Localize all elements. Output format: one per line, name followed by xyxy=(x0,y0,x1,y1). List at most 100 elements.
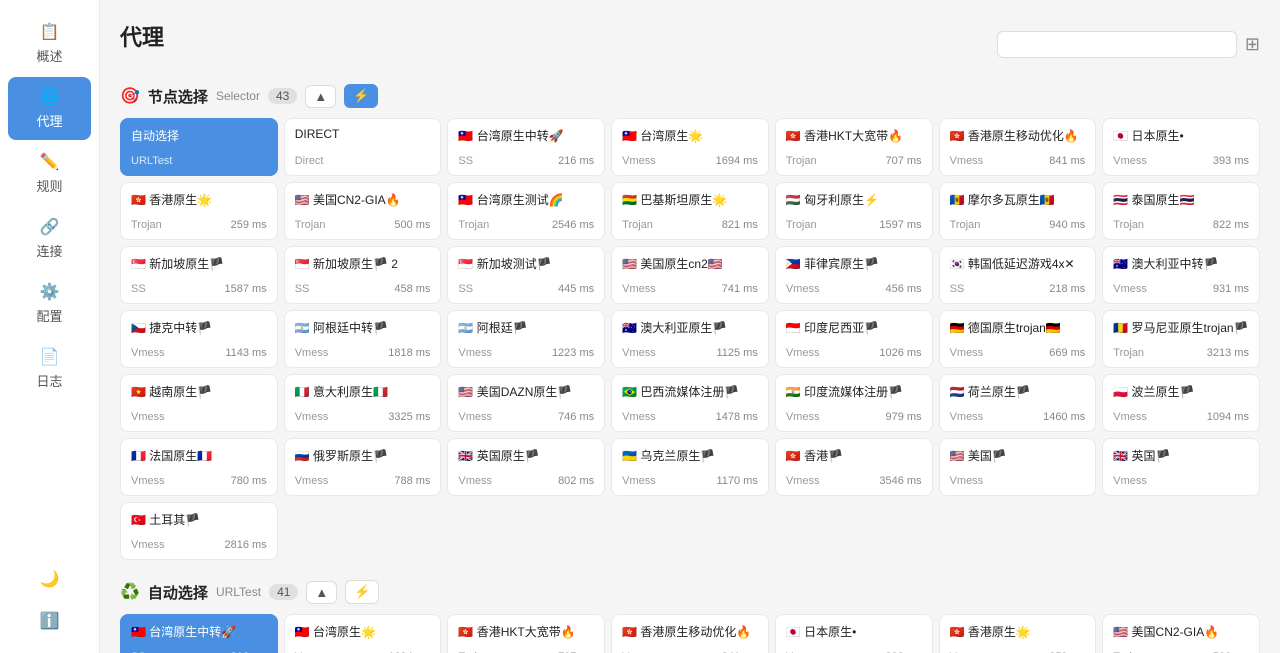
proxy-card[interactable]: 🇻🇳 越南原生🏴 Vmess xyxy=(120,374,278,432)
sidebar-item-proxy[interactable]: 🌐 代理 xyxy=(8,77,91,140)
card-latency: 1143 ms xyxy=(225,347,266,359)
proxy-card[interactable]: 🇦🇷 阿根廷🏴 Vmess 1223 ms xyxy=(447,310,605,368)
proxy-card[interactable]: 🇺🇸 美国🏴 Vmess xyxy=(939,438,1097,496)
card-sub: Vmess xyxy=(1113,411,1147,423)
card-sub: Vmess xyxy=(295,347,329,359)
proxy-card[interactable]: 🇷🇴 罗马尼亚原生trojan🏴 Trojan 3213 ms xyxy=(1102,310,1260,368)
section2-refresh-btn[interactable]: ⚡ xyxy=(345,580,379,604)
proxy-card[interactable]: 🇩🇪 德国原生trojan🇩🇪 Vmess 669 ms xyxy=(939,310,1097,368)
proxy-card[interactable]: 🇭🇰 香港原生🌟 Trojan 259 ms xyxy=(120,182,278,240)
proxy-card[interactable]: 🇺🇸 美国CN2-GIA🔥 Trojan 500 ms xyxy=(1102,614,1260,653)
card-name: 🇧🇴 巴基斯坦原生🌟 xyxy=(622,191,758,208)
proxy-card[interactable]: 🇹🇼 台湾原生🌟 Vmess 1694 ms xyxy=(284,614,442,653)
proxy-card[interactable]: 🇯🇵 日本原生• Vmess 393 ms xyxy=(775,614,933,653)
proxy-card[interactable]: 🇬🇧 英国原生🏴 Vmess 802 ms xyxy=(447,438,605,496)
proxy-card[interactable]: 🇷🇺 俄罗斯原生🏴 Vmess 788 ms xyxy=(284,438,442,496)
proxy-card[interactable]: 🇭🇰 香港HKT大宽带🔥 Trojan 707 ms xyxy=(447,614,605,653)
proxy-card[interactable]: 🇮🇳 印度流媒体注册🏴 Vmess 979 ms xyxy=(775,374,933,432)
search-input[interactable] xyxy=(997,31,1237,58)
moon-icon: 🌙 xyxy=(40,569,60,589)
sidebar-item-logs[interactable]: 📄 日志 xyxy=(8,337,91,400)
info-icon: ℹ️ xyxy=(40,611,60,631)
card-sub: Trojan xyxy=(1113,219,1144,231)
card-name: 🇩🇪 德国原生trojan🇩🇪 xyxy=(950,319,1086,336)
proxy-card[interactable]: 🇹🇼 台湾原生测试🌈 Trojan 2546 ms xyxy=(447,182,605,240)
overview-icon: 📋 xyxy=(40,22,60,42)
sidebar-item-rules[interactable]: ✏️ 规则 xyxy=(8,142,91,205)
proxy-card[interactable]: 🇰🇷 韩国低延迟游戏4x✕ SS 218 ms xyxy=(939,246,1097,304)
section1-collapse-btn[interactable]: ▲ xyxy=(305,85,336,108)
card-sub: Vmess xyxy=(622,283,656,295)
proxy-card[interactable]: 🇺🇸 美国CN2-GIA🔥 Trojan 500 ms xyxy=(284,182,442,240)
card-sub: Vmess xyxy=(458,411,492,423)
card-latency: 458 ms xyxy=(394,283,430,295)
sidebar-item-label: 代理 xyxy=(36,111,62,130)
sidebar-item-theme[interactable]: 🌙 xyxy=(8,559,91,599)
proxy-card[interactable]: 🇫🇷 法国原生🇫🇷 Vmess 780 ms xyxy=(120,438,278,496)
proxy-card[interactable]: 🇧🇴 巴基斯坦原生🌟 Trojan 821 ms xyxy=(611,182,769,240)
proxy-card[interactable]: 自动选择 URLTest xyxy=(120,118,278,176)
proxy-card[interactable]: 🇮🇹 意大利原生🇮🇹 Vmess 3325 ms xyxy=(284,374,442,432)
proxy-card[interactable]: 🇮🇩 印度尼西亚🏴 Vmess 1026 ms xyxy=(775,310,933,368)
section2-icon: ♻️ xyxy=(120,582,140,602)
card-sub: SS xyxy=(131,283,146,295)
card-name: 🇸🇬 新加坡原生🏴 2 xyxy=(295,255,431,272)
proxy-card[interactable]: 🇵🇭 菲律宾原生🏴 Vmess 456 ms xyxy=(775,246,933,304)
proxy-card[interactable]: DIRECT Direct xyxy=(284,118,442,176)
section2-collapse-btn[interactable]: ▲ xyxy=(306,581,337,604)
proxy-card[interactable]: 🇦🇷 阿根廷中转🏴 Vmess 1818 ms xyxy=(284,310,442,368)
main-content: 代理 ⊞ 🎯 节点选择 Selector 43 ▲ ⚡ 自动选择 URLTest… xyxy=(100,0,1280,653)
card-sub: Direct xyxy=(295,155,324,167)
card-latency: 218 ms xyxy=(1049,283,1085,295)
section1-tag: Selector xyxy=(216,89,260,103)
sidebar-item-overview[interactable]: 📋 概述 xyxy=(8,12,91,75)
proxy-card[interactable]: 🇺🇸 美国原生cn2🇺🇸 Vmess 741 ms xyxy=(611,246,769,304)
proxy-card[interactable]: 🇦🇺 澳大利亚原生🏴 Vmess 1125 ms xyxy=(611,310,769,368)
proxy-card[interactable]: 🇯🇵 日本原生• Vmess 393 ms xyxy=(1102,118,1260,176)
proxy-card[interactable]: 🇦🇺 澳大利亚中转🏴 Vmess 931 ms xyxy=(1102,246,1260,304)
card-name: 🇦🇷 阿根廷🏴 xyxy=(458,319,594,336)
proxy-card[interactable]: 🇹🇼 台湾原生🌟 Vmess 1694 ms xyxy=(611,118,769,176)
card-name: 🇦🇺 澳大利亚原生🏴 xyxy=(622,319,758,336)
proxy-card[interactable]: 🇹🇼 台湾原生中转🚀 SS 216 ms xyxy=(447,118,605,176)
card-latency: 3546 ms xyxy=(879,475,921,487)
card-name: 🇻🇳 越南原生🏴 xyxy=(131,383,267,400)
section1-count: 43 xyxy=(268,88,297,104)
proxy-card[interactable]: 🇺🇦 乌克兰原生🏴 Vmess 1170 ms xyxy=(611,438,769,496)
proxy-card[interactable]: 🇭🇰 香港原生移动优化🔥 Vmess 841 ms xyxy=(611,614,769,653)
proxy-card[interactable]: 🇹🇼 台湾原生中转🚀 SS 216 ms xyxy=(120,614,278,653)
proxy-card[interactable]: 🇹🇭 泰国原生🇹🇭 Trojan 822 ms xyxy=(1102,182,1260,240)
card-sub: Vmess xyxy=(622,347,656,359)
proxy-card[interactable]: 🇸🇬 新加坡原生🏴 SS 1587 ms xyxy=(120,246,278,304)
sidebar-item-connections[interactable]: 🔗 连接 xyxy=(8,207,91,270)
proxy-card[interactable]: 🇲🇩 摩尔多瓦原生🇲🇩 Trojan 940 ms xyxy=(939,182,1097,240)
proxy-card[interactable]: 🇭🇺 匈牙利原生⚡ Trojan 1597 ms xyxy=(775,182,933,240)
proxy-card[interactable]: 🇺🇸 美国DAZN原生🏴 Vmess 746 ms xyxy=(447,374,605,432)
card-sub: Vmess xyxy=(131,411,165,423)
proxy-card[interactable]: 🇵🇱 波兰原生🏴 Vmess 1094 ms xyxy=(1102,374,1260,432)
proxy-card[interactable]: 🇨🇿 捷克中转🏴 Vmess 1143 ms xyxy=(120,310,278,368)
proxy-card[interactable]: 🇹🇷 土耳其🏴 Vmess 2816 ms xyxy=(120,502,278,560)
proxy-card[interactable]: 🇸🇬 新加坡原生🏴 2 SS 458 ms xyxy=(284,246,442,304)
card-sub: Vmess xyxy=(950,155,984,167)
proxy-card[interactable]: 🇸🇬 新加坡测试🏴 SS 445 ms xyxy=(447,246,605,304)
filter-icon[interactable]: ⊞ xyxy=(1245,34,1260,55)
card-latency: 3325 ms xyxy=(388,411,430,423)
card-latency: 1094 ms xyxy=(1207,411,1249,423)
card-name: DIRECT xyxy=(295,127,431,141)
sidebar-item-info[interactable]: ℹ️ xyxy=(8,601,91,641)
proxy-card[interactable]: 🇭🇰 香港原生移动优化🔥 Vmess 841 ms xyxy=(939,118,1097,176)
card-name: 🇺🇸 美国CN2-GIA🔥 xyxy=(1113,623,1249,640)
proxy-card[interactable]: 🇭🇰 香港HKT大宽带🔥 Trojan 707 ms xyxy=(775,118,933,176)
card-latency: 2546 ms xyxy=(552,219,594,231)
card-name: 🇹🇼 台湾原生中转🚀 xyxy=(131,623,267,640)
proxy-card[interactable]: 🇭🇰 香港🏴 Vmess 3546 ms xyxy=(775,438,933,496)
section1-refresh-btn[interactable]: ⚡ xyxy=(344,84,378,108)
sidebar-item-config[interactable]: ⚙️ 配置 xyxy=(8,272,91,335)
proxy-card[interactable]: 🇳🇱 荷兰原生🏴 Vmess 1460 ms xyxy=(939,374,1097,432)
proxy-card[interactable]: 🇭🇰 香港原生🌟 Vmess 259 ms xyxy=(939,614,1097,653)
card-name: 🇮🇳 印度流媒体注册🏴 xyxy=(786,383,922,400)
proxy-card[interactable]: 🇧🇷 巴西流媒体注册🏴 Vmess 1478 ms xyxy=(611,374,769,432)
proxy-card[interactable]: 🇬🇧 英国🏴 Vmess xyxy=(1102,438,1260,496)
card-sub: Trojan xyxy=(458,219,489,231)
